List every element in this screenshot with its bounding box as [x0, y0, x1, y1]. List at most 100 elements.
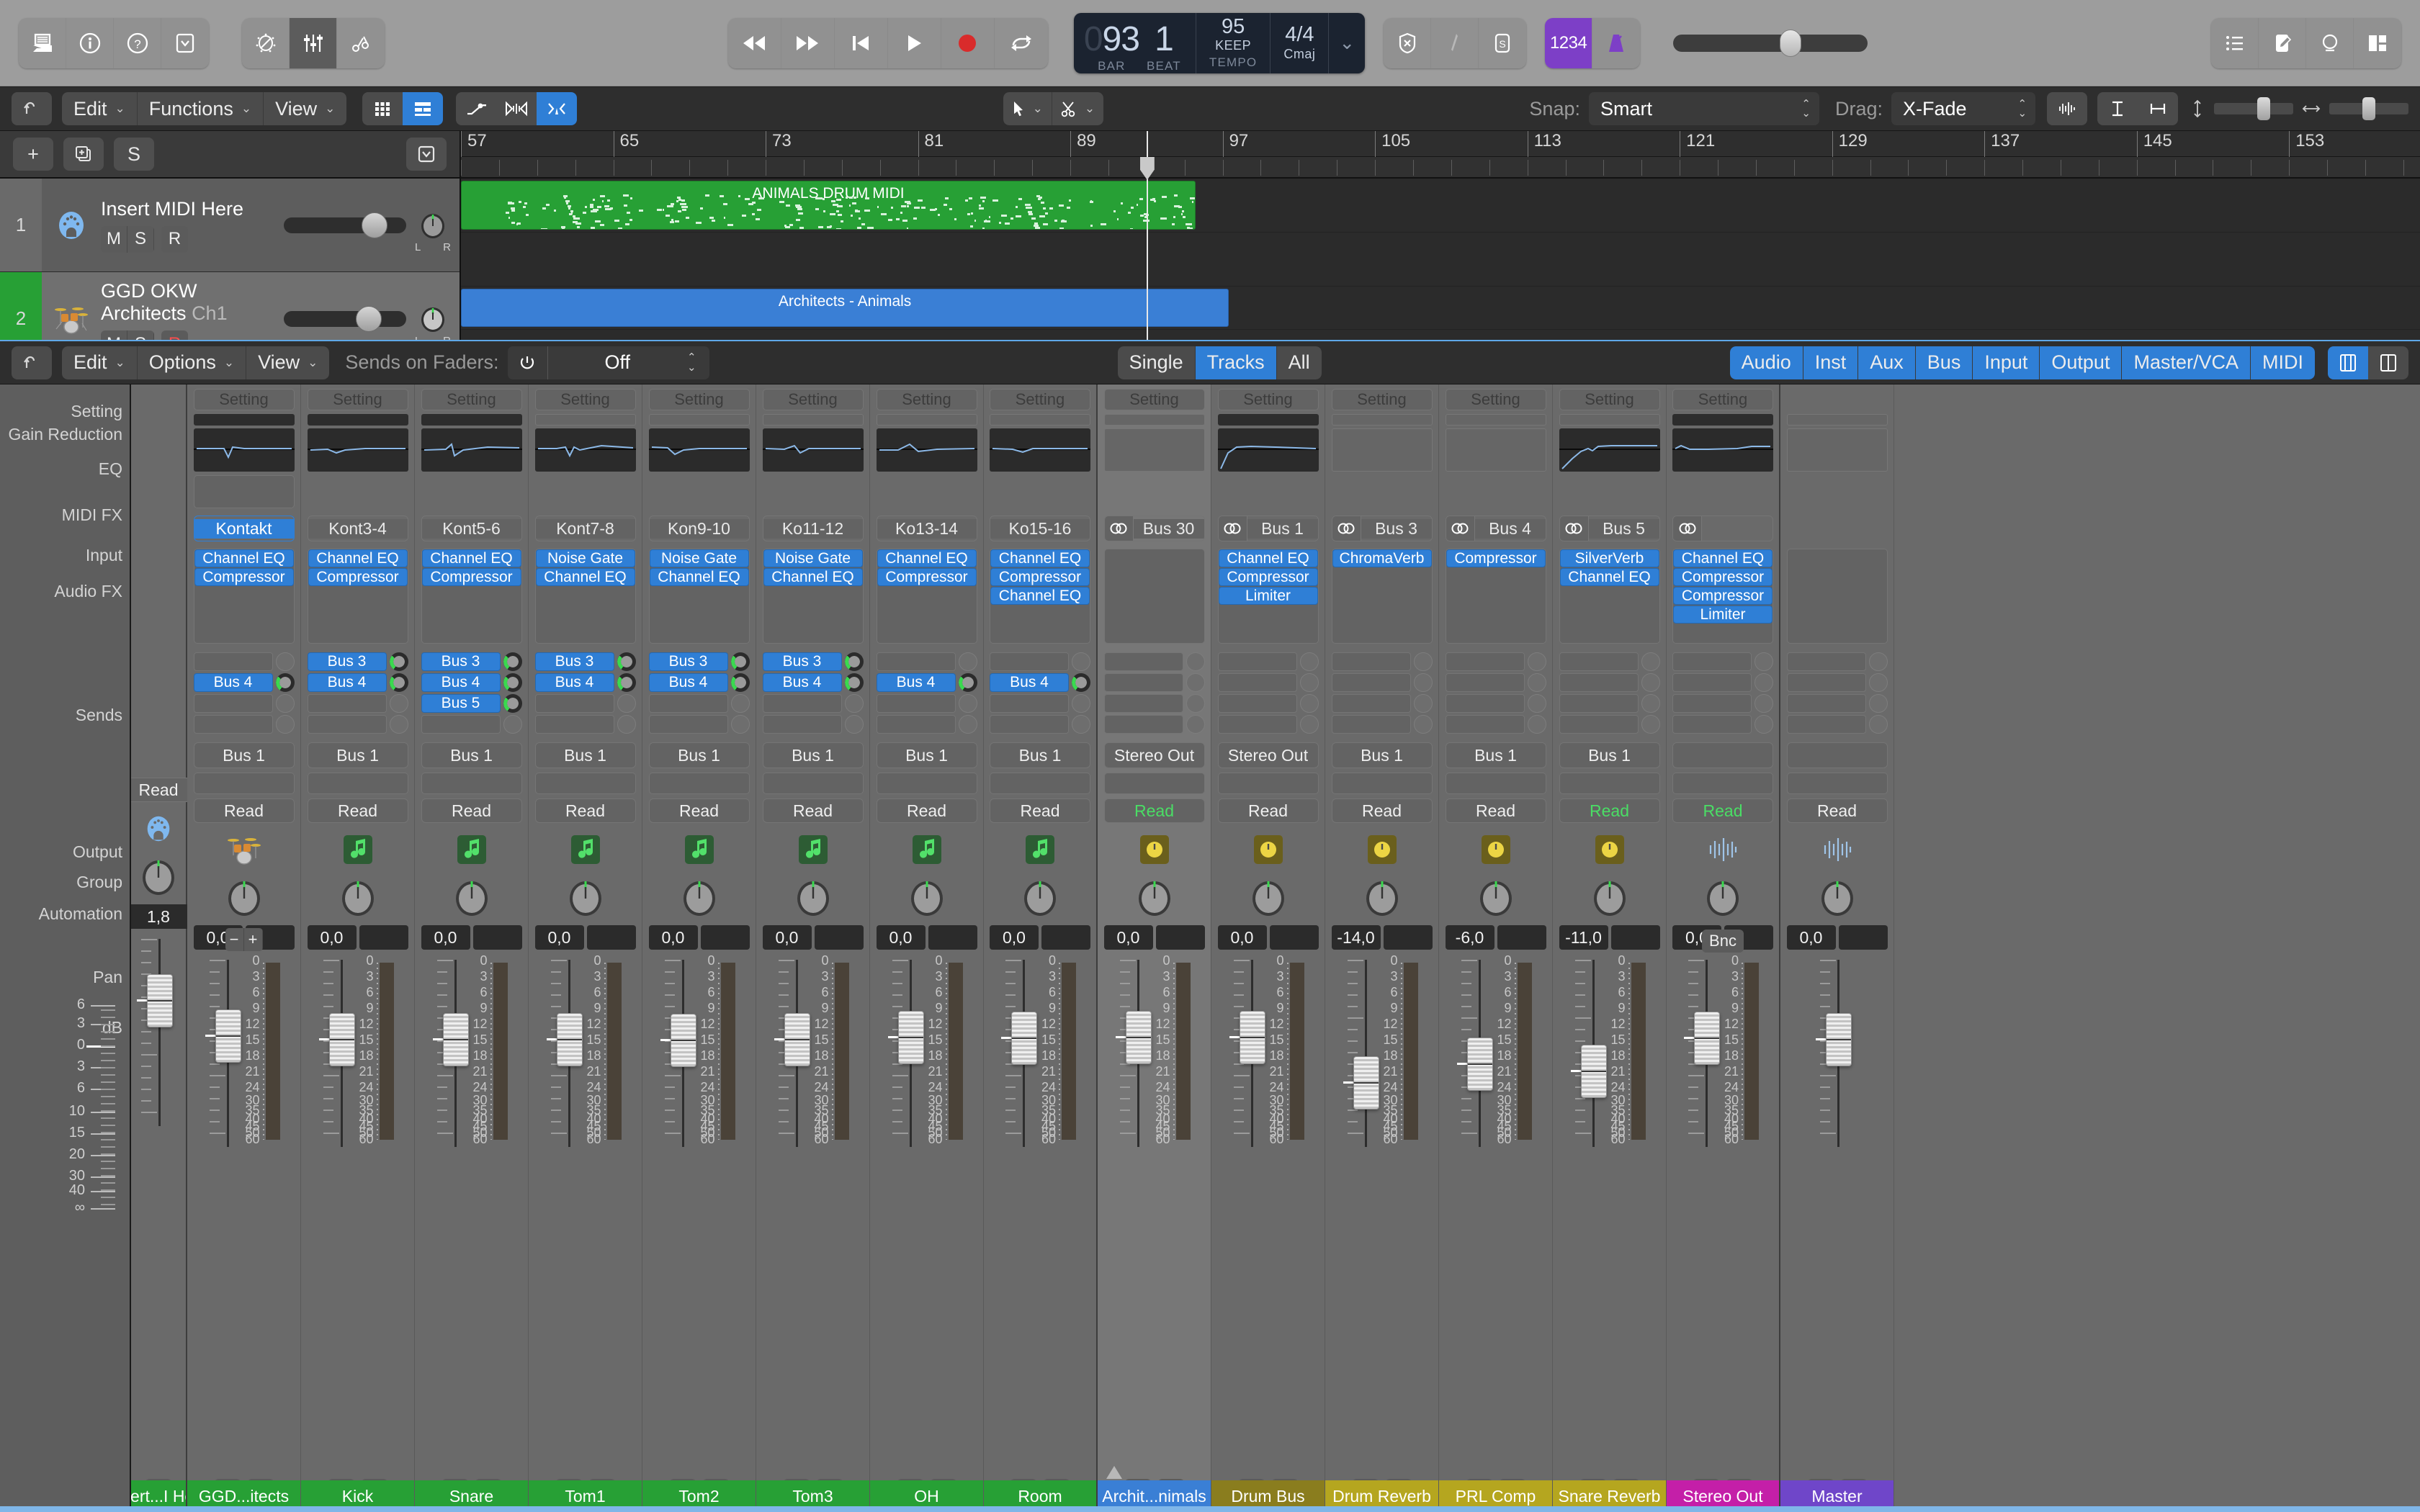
power-icon[interactable] [508, 346, 548, 379]
group-slot[interactable] [1787, 773, 1888, 794]
peak-value[interactable] [1839, 925, 1888, 950]
audio-fx-slot[interactable]: Compressor [194, 568, 294, 586]
send-level-knob[interactable] [731, 715, 750, 734]
send-level-knob[interactable] [276, 652, 295, 671]
volume-fader[interactable] [663, 960, 701, 1147]
mixer-edit-menu[interactable]: Edit⌄ [62, 346, 138, 379]
send-row[interactable] [194, 715, 295, 734]
send-row[interactable] [308, 694, 408, 713]
lcd-position[interactable]: 093 BAR 1 BEAT [1074, 13, 1196, 73]
automation-mode-button[interactable]: Read [421, 798, 522, 823]
send-destination[interactable] [877, 694, 956, 713]
mute-button[interactable]: M [101, 226, 127, 253]
send-destination[interactable] [1787, 694, 1866, 713]
send-row[interactable] [1104, 673, 1205, 692]
output-slot[interactable]: Bus 1 [421, 742, 522, 768]
send-level-knob[interactable] [731, 694, 750, 713]
send-row[interactable] [1332, 694, 1433, 713]
audio-fx-slots[interactable] [1104, 549, 1205, 644]
input-slot[interactable]: Kont5-6 [421, 516, 522, 541]
send-row[interactable]: Bus 4 [308, 673, 408, 692]
send-row[interactable] [1104, 652, 1205, 671]
send-level-knob[interactable] [845, 694, 864, 713]
send-row[interactable] [877, 715, 977, 734]
send-level-knob[interactable] [390, 694, 408, 713]
send-destination[interactable] [1332, 715, 1411, 734]
smart-controls-icon[interactable] [242, 18, 290, 68]
flex-icon[interactable] [496, 92, 537, 125]
eq-thumbnail[interactable] [649, 428, 750, 472]
functions-menu[interactable]: Functions⌄ [138, 92, 264, 125]
output-slot[interactable] [1672, 742, 1773, 768]
group-slot[interactable] [1672, 773, 1773, 794]
send-level-knob[interactable] [1528, 652, 1546, 671]
send-destination[interactable]: Bus 4 [649, 673, 728, 692]
peak-value[interactable] [1270, 925, 1319, 950]
send-destination[interactable] [535, 715, 614, 734]
audio-fx-slot[interactable]: Channel EQ [422, 549, 521, 567]
pan-knob[interactable] [136, 855, 181, 899]
group-slot[interactable] [194, 773, 295, 794]
send-row[interactable]: Bus 4 [421, 673, 522, 692]
view-menu[interactable]: View⌄ [264, 92, 346, 125]
track-pan-knob[interactable]: LR [416, 209, 449, 242]
send-level-knob[interactable] [617, 652, 636, 671]
send-level-knob[interactable] [1300, 715, 1319, 734]
scissors-icon[interactable]: ⌄ [1052, 92, 1103, 125]
library-icon[interactable] [19, 18, 66, 68]
audio-fx-slots[interactable]: Channel EQCompressorCompressorLimiter [1672, 549, 1773, 644]
drumkit-icon[interactable] [226, 832, 262, 868]
channel-strip-insert-i-here[interactable]: Read 1,8 MInsert...I Here [131, 384, 187, 1512]
send-destination[interactable] [1559, 652, 1639, 671]
send-destination[interactable] [194, 715, 273, 734]
send-destination[interactable] [1672, 715, 1752, 734]
pan-control[interactable] [1360, 873, 1404, 922]
eq-placeholder[interactable] [1446, 428, 1546, 472]
audio-fx-slot[interactable]: Channel EQ [1219, 549, 1318, 567]
volume-fader[interactable] [322, 960, 359, 1147]
send-level-knob[interactable] [276, 673, 295, 692]
pan-control[interactable] [336, 873, 380, 922]
send-row[interactable] [1559, 652, 1660, 671]
group-slot[interactable] [421, 773, 522, 794]
volume-value[interactable]: 0,0 [308, 925, 357, 950]
automation-mode-button[interactable]: Read [1787, 798, 1888, 823]
pan-control[interactable] [449, 873, 494, 922]
grid-view-icon[interactable] [362, 92, 403, 125]
tuner-icon[interactable] [1431, 18, 1479, 68]
send-destination[interactable] [990, 715, 1069, 734]
send-destination[interactable] [1446, 652, 1525, 671]
group-slot[interactable] [1218, 773, 1319, 794]
audio-fx-slots[interactable]: Channel EQCompressorLimiter [1218, 549, 1319, 644]
audio-fx-slots[interactable]: Noise GateChannel EQ [535, 549, 636, 644]
group-slot[interactable] [877, 773, 977, 794]
output-slot[interactable]: Bus 1 [535, 742, 636, 768]
bottom-scrollbar[interactable] [0, 1506, 2420, 1512]
send-row[interactable]: Bus 4 [877, 673, 977, 692]
send-row[interactable] [877, 694, 977, 713]
master-volume-knob[interactable] [1780, 30, 1801, 57]
pan-knob[interactable] [1587, 876, 1632, 920]
volume-value[interactable]: 0,0 [990, 925, 1039, 950]
pan-knob[interactable] [677, 876, 722, 920]
send-level-knob[interactable] [1186, 673, 1205, 692]
send-row[interactable] [1218, 652, 1319, 671]
pan-control[interactable] [791, 873, 835, 922]
channel-strip-room[interactable]: Setting Ko15-16Channel EQCompressorChann… [984, 384, 1098, 1512]
send-level-knob[interactable] [276, 694, 295, 713]
group-slot[interactable] [763, 773, 864, 794]
audio-fx-slot[interactable]: SilverVerb [1560, 549, 1659, 567]
volume-fader[interactable] [1819, 960, 1856, 1147]
send-row[interactable] [1446, 673, 1546, 692]
send-destination[interactable]: Bus 3 [763, 652, 842, 671]
filter-aux[interactable]: Aux [1858, 346, 1916, 379]
volume-fader[interactable] [891, 960, 928, 1147]
send-destination[interactable] [1104, 652, 1183, 671]
track-lane[interactable] [461, 233, 2420, 287]
note-icon[interactable] [568, 832, 604, 868]
peak-value[interactable] [701, 925, 750, 950]
pan-control[interactable] [563, 873, 608, 922]
send-row[interactable] [535, 715, 636, 734]
input-slot[interactable]: Bus 1 [1218, 516, 1319, 541]
audio-fx-slot[interactable]: Compressor [308, 568, 408, 586]
